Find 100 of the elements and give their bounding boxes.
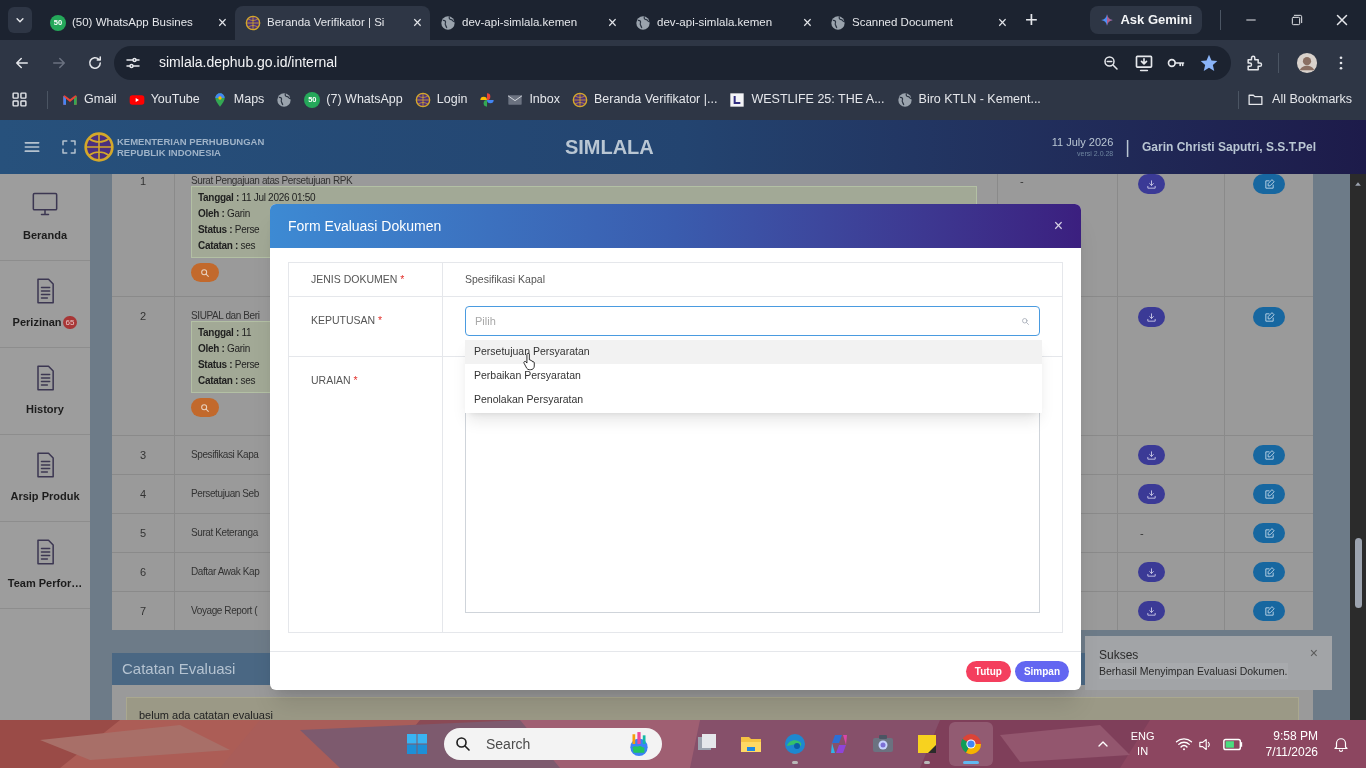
- document-name: Surat Keteranga: [191, 526, 258, 540]
- edit-button[interactable]: [1253, 445, 1285, 465]
- detail-line: Status : Perse: [198, 358, 260, 372]
- fullscreen-icon[interactable]: [60, 138, 78, 156]
- emblem-icon: [245, 15, 261, 31]
- download-button[interactable]: [1138, 445, 1165, 465]
- detail-line: Tanggal : 11 Jul 2026 01:50: [198, 191, 316, 205]
- edit-icon: [1263, 178, 1275, 190]
- apps-grid-icon[interactable]: [11, 91, 28, 108]
- globe-icon: [635, 15, 651, 31]
- header-date: 11 July 2026: [1051, 136, 1114, 149]
- wifi-icon[interactable]: [1174, 735, 1193, 753]
- download-button[interactable]: [1138, 484, 1165, 504]
- all-bookmarks-button[interactable]: All Bookmarks: [1247, 90, 1352, 109]
- edit-icon: [1263, 527, 1275, 539]
- emblem-icon: [571, 91, 588, 108]
- browser-tab[interactable]: Beranda Verifikator | Si ×: [235, 6, 430, 40]
- separator-text: |: [1125, 135, 1130, 159]
- detail-line: Tanggal : 11: [198, 326, 252, 340]
- edit-button[interactable]: [1253, 523, 1285, 543]
- modal-title: Form Evaluasi Dokumen: [288, 216, 443, 236]
- browser-tab[interactable]: dev-api-simlala.kemen ×: [430, 6, 625, 40]
- row-number: 7: [139, 604, 147, 618]
- search-icon: [200, 402, 210, 413]
- close-button[interactable]: Tutup: [965, 660, 1011, 682]
- download-button[interactable]: [1138, 174, 1165, 194]
- table-cell: -: [1140, 526, 1144, 540]
- browser-tab[interactable]: dev-api-simlala.kemen ×: [625, 6, 820, 40]
- dropdown-option[interactable]: Perbaikan Persyaratan: [465, 364, 1042, 388]
- close-icon[interactable]: ×: [412, 15, 422, 31]
- field-value: Spesifikasi Kapal: [465, 271, 545, 287]
- row-number: 5: [139, 526, 147, 540]
- edit-button[interactable]: [1253, 307, 1285, 327]
- language-indicator[interactable]: ENG IN: [1130, 729, 1155, 759]
- detail-line: Catatan : ses: [198, 374, 256, 388]
- close-icon[interactable]: ×: [802, 15, 812, 31]
- document-name: Persetujuan Seb: [191, 487, 259, 501]
- download-icon: [1146, 605, 1157, 617]
- count-badge: 65: [62, 316, 78, 329]
- globe-icon: [896, 91, 913, 108]
- reload-icon[interactable]: [86, 53, 104, 72]
- dropdown-option[interactable]: Persetujuan Persyaratan: [465, 340, 1042, 364]
- ask-gemini-button[interactable]: Ask Gemini: [1090, 6, 1202, 34]
- sidebar-label: Team Perfor…: [7, 576, 83, 592]
- edit-button[interactable]: [1253, 484, 1285, 504]
- download-button[interactable]: [1138, 307, 1165, 327]
- document-name: Surat Pengajuan atas Persetujuan RPK: [191, 174, 353, 188]
- close-button[interactable]: ×: [1053, 218, 1063, 234]
- emblem-icon: [414, 91, 431, 108]
- tab-title: dev-api-simlala.kemen: [462, 15, 579, 31]
- edit-button[interactable]: [1253, 174, 1285, 194]
- notification-bell-icon[interactable]: [1332, 735, 1350, 753]
- scrollbar[interactable]: [1350, 174, 1366, 720]
- bookmark-item[interactable]: Beranda Verifikator |...: [565, 86, 724, 113]
- scroll-thumb[interactable]: [1354, 538, 1362, 608]
- edit-button[interactable]: [1253, 562, 1285, 582]
- sidebar-label: Beranda: [23, 228, 67, 244]
- user-name: Garin Christi Saputri, S.S.T.Pel: [1141, 139, 1316, 156]
- close-icon[interactable]: ×: [607, 15, 617, 31]
- bookmark-item[interactable]: Maps: [205, 86, 271, 113]
- note-text: belum ada catatan evaluasi: [139, 709, 273, 720]
- new-tab-button[interactable]: +: [1025, 9, 1038, 31]
- search-field[interactable]: Search: [444, 728, 662, 760]
- search-icon: [454, 735, 472, 753]
- dropdown-option[interactable]: Penolakan Persyaratan: [465, 388, 1042, 412]
- field-label: URAIAN *: [311, 374, 358, 386]
- globe-icon: [276, 91, 293, 108]
- field-label: JENIS DOKUMEN *: [311, 273, 405, 286]
- bookmark-item[interactable]: Gmail: [56, 86, 123, 113]
- restore-icon[interactable]: [1289, 12, 1305, 28]
- tab-title: Beranda Verifikator | Si: [267, 15, 386, 31]
- download-button[interactable]: [1138, 562, 1165, 582]
- search-icon: [200, 267, 210, 278]
- edit-button[interactable]: [1253, 601, 1285, 621]
- tab-title: dev-api-simlala.kemen: [657, 15, 774, 31]
- close-icon[interactable]: ×: [217, 15, 227, 31]
- download-button[interactable]: [1138, 601, 1165, 621]
- row-number: 3: [139, 448, 147, 462]
- bookmark-item[interactable]: Biro KTLN - Kement...: [890, 86, 1047, 113]
- document-name: Voyage Report (: [191, 604, 258, 618]
- sidebar-label: Perizinan: [12, 315, 62, 331]
- close-icon[interactable]: ×: [997, 15, 1007, 31]
- row-number: 1: [139, 174, 147, 188]
- clock[interactable]: 9:58 PM 7/11/2026: [1265, 728, 1318, 760]
- taskbar-app[interactable]: [949, 722, 993, 766]
- start-icon[interactable]: [405, 732, 429, 756]
- row-number: 4: [139, 487, 147, 501]
- tab-list-button[interactable]: [8, 7, 32, 33]
- bookmark-item[interactable]: Inbox: [501, 86, 566, 113]
- address-bar[interactable]: simlala.dephub.go.id/internal: [114, 45, 1231, 80]
- profile-avatar-icon[interactable]: [1296, 51, 1318, 74]
- bookmark-item[interactable]: YouTube: [122, 86, 206, 113]
- document-name: Spesifikasi Kapa: [191, 448, 259, 462]
- save-button[interactable]: Simpan: [1014, 660, 1069, 682]
- zoom-icon[interactable]: [1102, 53, 1120, 72]
- globe-icon: [830, 15, 846, 31]
- bookmark-item[interactable]: WESTLIFE 25: THE A...: [723, 86, 891, 113]
- bookmark-item[interactable]: Login: [408, 86, 474, 113]
- browser-tab[interactable]: Scanned Document ×: [820, 6, 1015, 40]
- detail-line: Oleh : Garin: [198, 342, 250, 356]
